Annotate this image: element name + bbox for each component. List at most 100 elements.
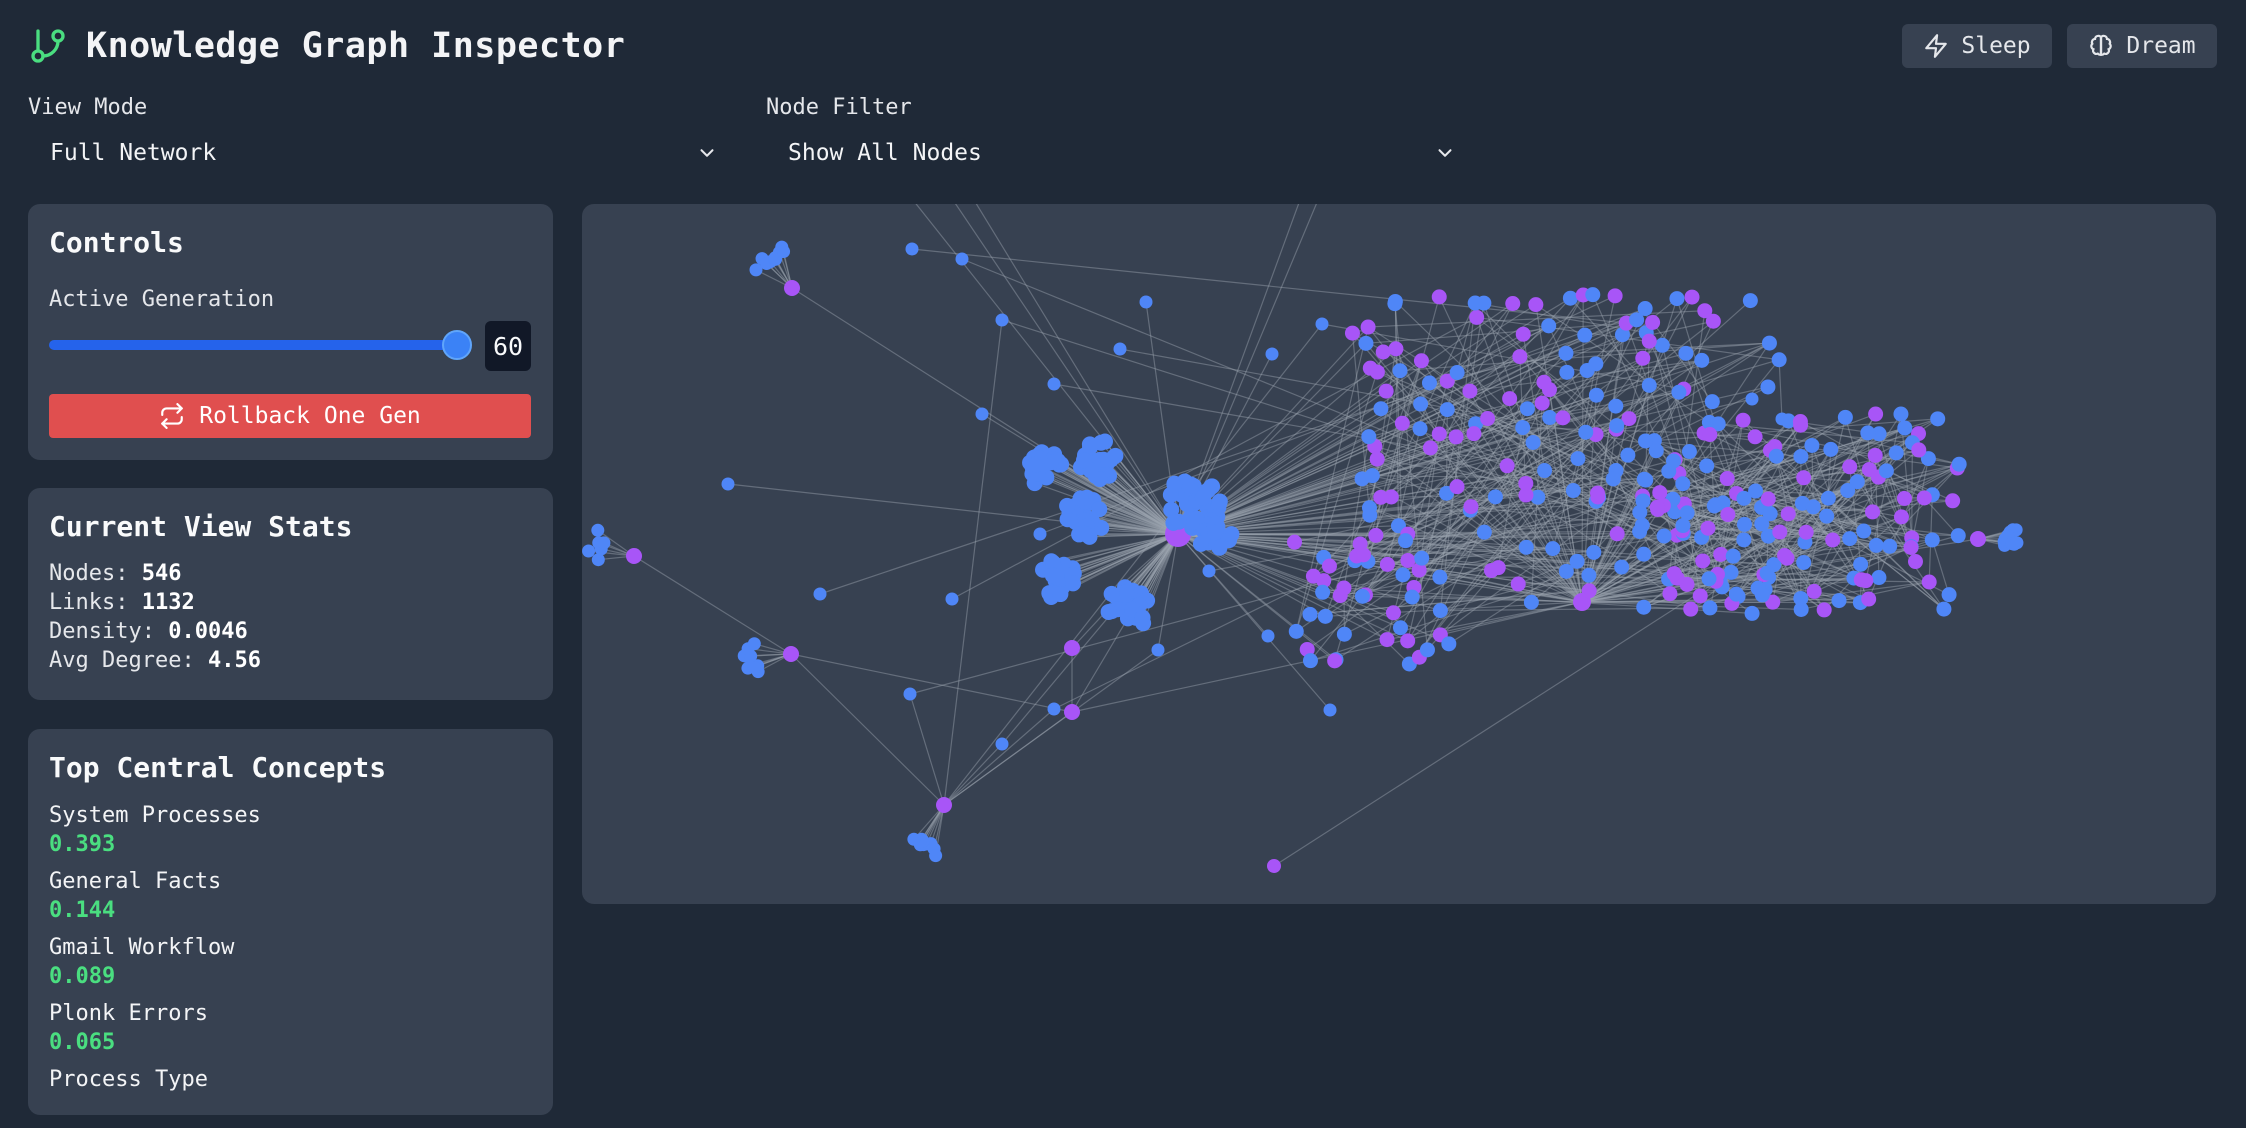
graph-node[interactable] [1697, 303, 1713, 319]
graph-node[interactable] [1181, 478, 1198, 495]
graph-node[interactable] [1702, 600, 1718, 616]
graph-node[interactable] [1344, 325, 1360, 341]
graph-node[interactable] [1449, 365, 1465, 381]
graph-node[interactable] [1480, 411, 1496, 427]
graph-node[interactable] [2005, 537, 2019, 551]
graph-node[interactable] [1831, 593, 1847, 609]
graph-node[interactable] [1515, 326, 1531, 342]
graph-node[interactable] [1170, 513, 1187, 530]
graph-node[interactable] [1467, 295, 1483, 311]
graph-node[interactable] [1641, 333, 1657, 349]
graph-node[interactable] [1896, 490, 1912, 506]
graph-node[interactable] [1796, 554, 1812, 570]
graph-node[interactable] [1607, 288, 1623, 304]
graph-node[interactable] [1431, 289, 1447, 305]
graph-node[interactable] [1684, 289, 1700, 305]
graph-node[interactable] [1945, 493, 1961, 509]
graph-node[interactable] [1499, 458, 1515, 474]
sleep-button[interactable]: Sleep [1902, 24, 2052, 68]
graph-node[interactable] [582, 544, 596, 558]
graph-node[interactable] [1694, 352, 1710, 368]
graph-node[interactable] [813, 587, 827, 601]
graph-node[interactable] [1736, 516, 1752, 532]
graph-node[interactable] [1608, 398, 1624, 414]
graph-node[interactable] [1570, 451, 1586, 467]
graph-node[interactable] [1728, 586, 1744, 602]
graph-node[interactable] [1936, 601, 1952, 617]
graph-node[interactable] [1882, 538, 1898, 554]
graph-node[interactable] [1701, 571, 1717, 587]
graph-node[interactable] [1652, 485, 1668, 501]
graph-node[interactable] [1586, 544, 1602, 560]
graph-node[interactable] [784, 280, 800, 296]
graph-node[interactable] [1373, 401, 1389, 417]
graph-node[interactable] [1840, 483, 1856, 499]
graph-node[interactable] [1654, 337, 1670, 353]
graph-node[interactable] [1820, 490, 1836, 506]
graph-node[interactable] [1369, 451, 1385, 467]
graph-node[interactable] [1893, 406, 1909, 422]
graph-node[interactable] [747, 660, 761, 674]
graph-node[interactable] [1719, 471, 1735, 487]
graph-node[interactable] [1819, 508, 1835, 524]
graph-node[interactable] [1638, 433, 1654, 449]
graph-node[interactable] [1387, 296, 1403, 312]
graph-node[interactable] [1476, 524, 1492, 540]
graph-node[interactable] [1392, 620, 1408, 636]
graph-node[interactable] [1681, 444, 1697, 460]
graph-node[interactable] [1562, 290, 1578, 306]
graph-node[interactable] [1323, 703, 1337, 717]
graph-node[interactable] [1581, 567, 1597, 583]
graph-node[interactable] [1679, 505, 1695, 521]
graph-node[interactable] [929, 849, 943, 863]
graph-node[interactable] [1207, 524, 1224, 541]
graph-node[interactable] [1033, 527, 1047, 541]
graph-node[interactable] [1777, 547, 1793, 563]
graph-node[interactable] [1911, 442, 1927, 458]
generation-slider-thumb[interactable] [442, 330, 472, 360]
graph-node[interactable] [1439, 402, 1455, 418]
graph-node[interactable] [1361, 500, 1377, 516]
graph-node[interactable] [1816, 602, 1832, 618]
graph-node[interactable] [1466, 426, 1482, 442]
graph-node[interactable] [1518, 475, 1534, 491]
graph-node[interactable] [1675, 476, 1691, 492]
graph-node[interactable] [1432, 569, 1448, 585]
graph-node[interactable] [1636, 546, 1652, 562]
knowledge-graph-canvas[interactable] [582, 204, 2216, 904]
graph-node[interactable] [1842, 531, 1858, 547]
graph-node[interactable] [905, 242, 919, 256]
graph-node[interactable] [1645, 314, 1661, 330]
graph-node[interactable] [1588, 356, 1604, 372]
graph-node[interactable] [1419, 642, 1435, 658]
graph-node[interactable] [1463, 499, 1479, 515]
graph-node[interactable] [1793, 448, 1809, 464]
graph-node[interactable] [1166, 476, 1183, 493]
graph-node[interactable] [1970, 531, 1986, 547]
graph-node[interactable] [1798, 524, 1814, 540]
graph-node[interactable] [1361, 429, 1377, 445]
graph-node[interactable] [1400, 633, 1416, 649]
graph-node[interactable] [1747, 429, 1763, 445]
graph-node[interactable] [1951, 456, 1967, 472]
graph-node[interactable] [1305, 568, 1321, 584]
graph-node[interactable] [1868, 537, 1884, 553]
graph-node[interactable] [1469, 309, 1485, 325]
graph-node[interactable] [1336, 580, 1352, 596]
graph-node[interactable] [1768, 448, 1784, 464]
graph-node[interactable] [1581, 583, 1597, 599]
graph-node[interactable] [1907, 554, 1923, 570]
graph-node[interactable] [1641, 377, 1657, 393]
graph-node[interactable] [1510, 576, 1526, 592]
graph-node[interactable] [1555, 410, 1571, 426]
graph-node[interactable] [1878, 463, 1894, 479]
graph-node[interactable] [1805, 499, 1821, 515]
graph-node[interactable] [936, 797, 952, 813]
graph-node[interactable] [1100, 603, 1117, 620]
graph-node[interactable] [1761, 335, 1777, 351]
graph-node[interactable] [1842, 459, 1858, 475]
graph-node[interactable] [907, 832, 921, 846]
graph-node[interactable] [1861, 591, 1877, 607]
graph-node[interactable] [903, 687, 917, 701]
graph-node[interactable] [1609, 418, 1625, 434]
